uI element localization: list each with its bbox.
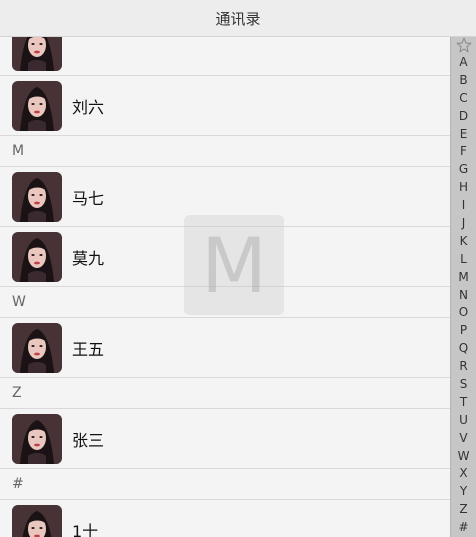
contact-row[interactable]: 张三 bbox=[0, 409, 450, 469]
index-letter[interactable]: J bbox=[451, 215, 476, 233]
contact-name: 1十 bbox=[72, 521, 99, 537]
contact-avatar bbox=[12, 37, 62, 71]
index-letter[interactable]: # bbox=[451, 519, 476, 537]
section-header: # bbox=[0, 469, 450, 500]
index-letter[interactable]: S bbox=[451, 376, 476, 394]
contact-avatar bbox=[12, 504, 62, 537]
index-letter[interactable]: F bbox=[451, 143, 476, 161]
contact-name: 王五 bbox=[72, 339, 105, 359]
contact-avatar bbox=[12, 80, 62, 131]
section-header: Z bbox=[0, 378, 450, 409]
index-letter[interactable]: H bbox=[451, 179, 476, 197]
index-letter[interactable]: G bbox=[451, 161, 476, 179]
contact-row[interactable]: 王五 bbox=[0, 318, 450, 378]
contact-name: 马七 bbox=[72, 188, 105, 208]
index-letter[interactable]: Q bbox=[451, 340, 476, 358]
index-letter[interactable]: Z bbox=[451, 501, 476, 519]
index-letter[interactable]: I bbox=[451, 197, 476, 215]
contact-name: 莫九 bbox=[72, 248, 105, 268]
index-letter[interactable]: U bbox=[451, 412, 476, 430]
contact-avatar bbox=[12, 171, 62, 222]
index-letter[interactable]: V bbox=[451, 430, 476, 448]
index-letter[interactable]: X bbox=[451, 465, 476, 483]
index-letter[interactable]: L bbox=[451, 251, 476, 269]
index-letter[interactable]: P bbox=[451, 322, 476, 340]
index-letter[interactable]: A bbox=[451, 54, 476, 72]
index-letter[interactable]: T bbox=[451, 394, 476, 412]
contact-avatar bbox=[12, 413, 62, 464]
index-letter[interactable]: W bbox=[451, 448, 476, 466]
contact-name: 刘六 bbox=[72, 97, 105, 117]
nav-title: 通讯录 bbox=[215, 9, 261, 28]
index-letter[interactable]: B bbox=[451, 72, 476, 90]
section-index-bar[interactable]: A B C D E F G H I J K L M N O P Q R S T U V W X Y Z # bbox=[450, 37, 476, 537]
nav-bar: 通讯录 bbox=[0, 0, 476, 37]
contact-name: 张三 bbox=[72, 430, 105, 450]
star-icon[interactable] bbox=[451, 37, 476, 54]
section-header: M bbox=[0, 136, 450, 167]
index-letter[interactable]: Y bbox=[451, 483, 476, 501]
index-letter[interactable]: E bbox=[451, 126, 476, 144]
index-letter[interactable]: O bbox=[451, 304, 476, 322]
index-letter[interactable]: K bbox=[451, 233, 476, 251]
index-letter[interactable]: N bbox=[451, 287, 476, 305]
contact-row[interactable] bbox=[0, 37, 450, 76]
index-letter[interactable]: M bbox=[451, 269, 476, 287]
contact-row[interactable]: 刘六 bbox=[0, 76, 450, 136]
index-letter[interactable]: R bbox=[451, 358, 476, 376]
contact-avatar bbox=[12, 231, 62, 282]
contact-row[interactable]: 1十 bbox=[0, 500, 450, 537]
index-letter[interactable]: C bbox=[451, 90, 476, 108]
section-index-overlay: M bbox=[184, 215, 284, 315]
index-letter[interactable]: D bbox=[451, 108, 476, 126]
overlay-letter: M bbox=[201, 220, 267, 310]
contact-avatar bbox=[12, 322, 62, 373]
